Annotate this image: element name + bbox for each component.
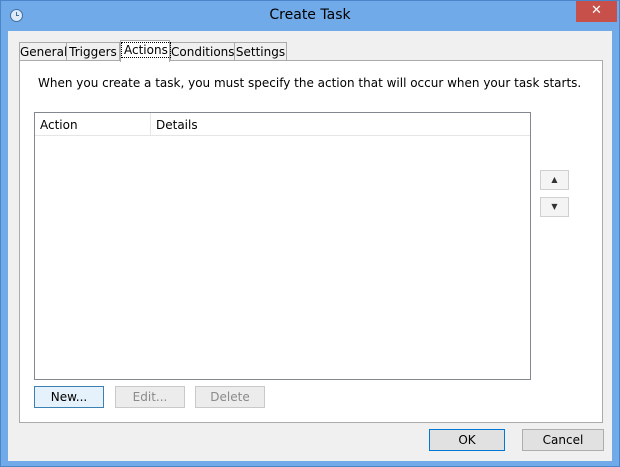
tab-actions-label: Actions: [121, 42, 171, 58]
tab-general-label: General: [20, 45, 68, 59]
ok-label: OK: [458, 433, 476, 447]
new-action-label: New...: [50, 390, 88, 404]
tab-general[interactable]: General: [19, 42, 67, 60]
dialog-client-area: General Triggers Actions Conditions Sett…: [8, 31, 612, 461]
tab-settings[interactable]: Settings: [234, 42, 287, 60]
edit-action-label: Edit...: [132, 390, 168, 404]
delete-action-button[interactable]: Delete: [195, 386, 265, 408]
actions-description: When you create a task, you must specify…: [38, 76, 582, 90]
tab-conditions-label: Conditions: [171, 45, 235, 59]
delete-action-label: Delete: [210, 390, 250, 404]
actions-tab-panel: When you create a task, you must specify…: [19, 60, 603, 423]
close-button[interactable]: ✕: [576, 1, 617, 22]
new-action-button[interactable]: New...: [34, 386, 104, 408]
arrow-up-icon: ▲: [551, 175, 558, 184]
move-up-button[interactable]: ▲: [540, 170, 569, 190]
edit-action-button[interactable]: Edit...: [115, 386, 185, 408]
column-divider[interactable]: [150, 113, 151, 136]
move-down-button[interactable]: ▼: [540, 197, 569, 217]
ok-button[interactable]: OK: [429, 429, 505, 451]
actions-list-header: Action Details: [35, 113, 530, 136]
actions-list[interactable]: Action Details: [34, 112, 531, 380]
tab-settings-label: Settings: [235, 45, 286, 59]
tab-triggers[interactable]: Triggers: [66, 42, 120, 60]
column-header-action[interactable]: Action: [40, 118, 78, 132]
cancel-button[interactable]: Cancel: [522, 429, 604, 451]
tab-actions[interactable]: Actions: [120, 40, 171, 62]
column-header-details[interactable]: Details: [156, 118, 198, 132]
window-title: Create Task: [269, 7, 351, 23]
create-task-window: Create Task ✕ General Triggers Actions C…: [0, 0, 620, 467]
cancel-label: Cancel: [542, 433, 584, 447]
title-bar[interactable]: Create Task ✕: [1, 1, 619, 31]
tab-conditions[interactable]: Conditions: [170, 42, 235, 60]
arrow-down-icon: ▼: [551, 202, 558, 211]
tab-triggers-label: Triggers: [69, 45, 117, 59]
